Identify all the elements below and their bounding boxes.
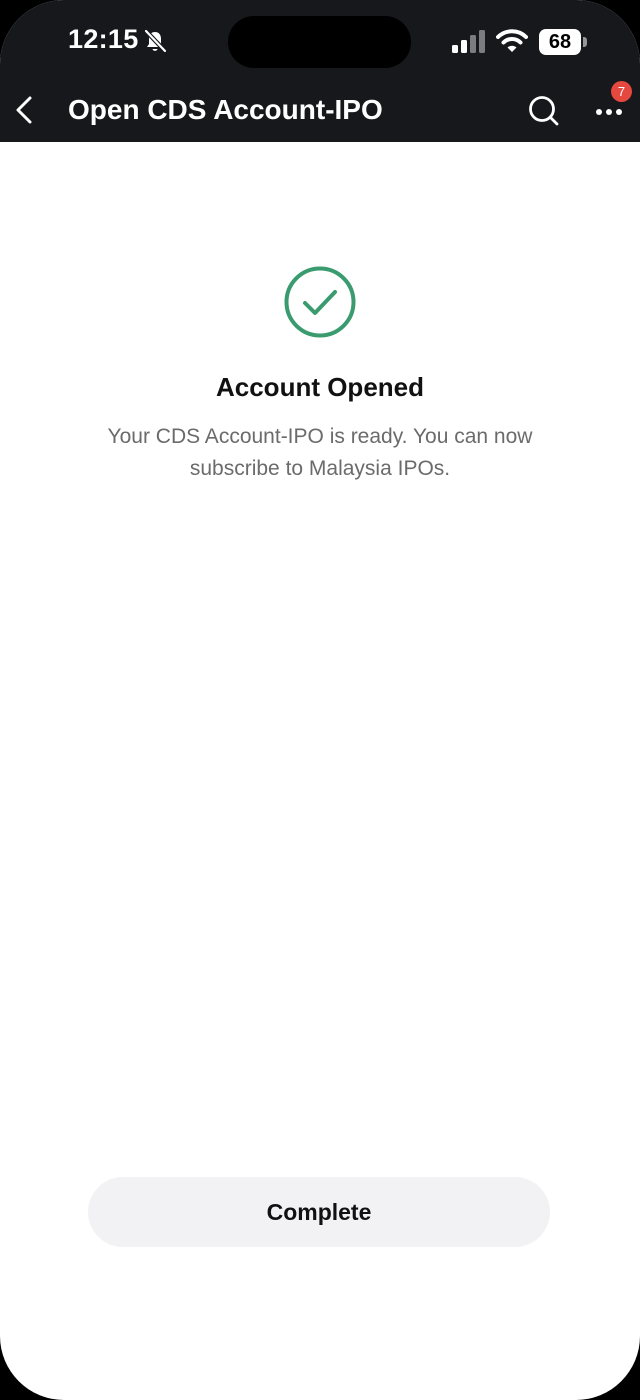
search-icon[interactable] <box>525 92 563 130</box>
status-time: 12:15 <box>68 24 139 54</box>
cellular-signal-icon <box>452 30 485 53</box>
status-bar: 12:15 68 <box>0 0 640 84</box>
page-title: Open CDS Account-IPO <box>68 94 383 125</box>
dynamic-island <box>228 16 411 68</box>
complete-button[interactable]: Complete <box>88 1177 550 1247</box>
top-header: 12:15 68 Open CDS Account-IPO 7 <box>0 0 640 142</box>
chevron-left-icon[interactable] <box>6 88 46 132</box>
result-message: Your CDS Account-IPO is ready. You can n… <box>107 425 533 480</box>
phone-screen: 12:15 68 Open CDS Account-IPO 7 Account … <box>0 0 640 1400</box>
nav-bar: Open CDS Account-IPO <box>0 84 640 142</box>
check-circle-icon <box>284 266 356 338</box>
battery-level: 68 <box>548 31 572 53</box>
battery-cap <box>583 37 587 47</box>
notification-badge: 7 <box>611 81 632 102</box>
battery-icon: 68 <box>539 29 581 55</box>
wifi-icon <box>496 29 528 52</box>
result-title: Account Opened <box>215 372 424 402</box>
bell-slash-icon <box>144 29 167 53</box>
